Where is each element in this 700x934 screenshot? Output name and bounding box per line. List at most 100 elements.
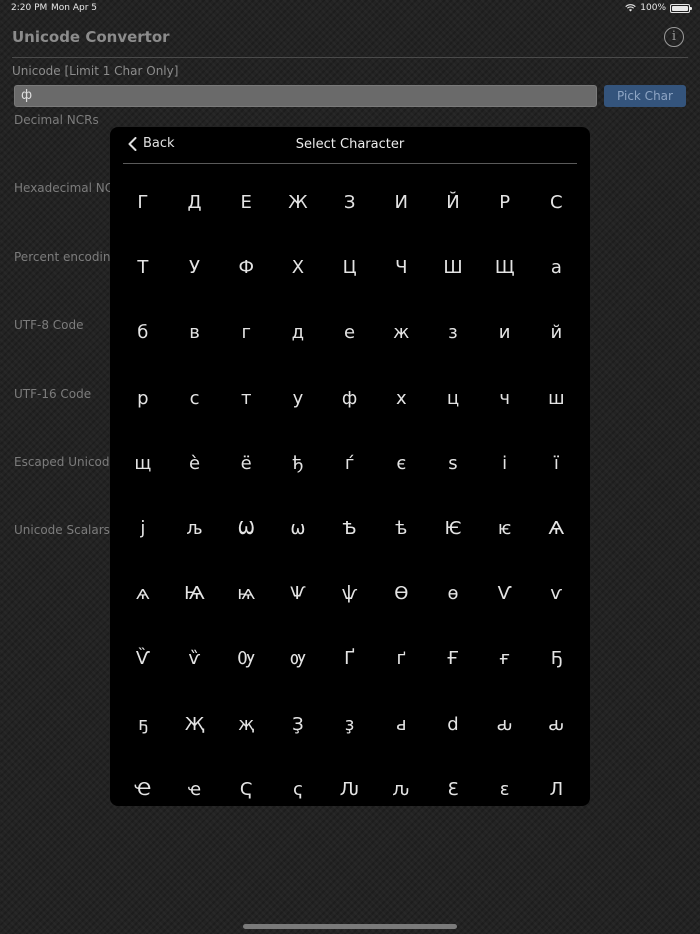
character-cell[interactable]: ф: [324, 366, 376, 431]
character-cell[interactable]: ҕ: [117, 692, 169, 757]
character-cell[interactable]: Ш: [427, 235, 479, 300]
character-cell[interactable]: ё: [220, 431, 272, 496]
character-cell[interactable]: Ԉ: [324, 757, 376, 806]
character-cell[interactable]: г: [220, 300, 272, 365]
character-cell[interactable]: Ɛ: [427, 757, 479, 806]
character-cell[interactable]: ѓ: [324, 431, 376, 496]
character-cell[interactable]: є: [375, 431, 427, 496]
character-cell[interactable]: Ѳ: [375, 561, 427, 626]
character-cell[interactable]: ґ: [375, 626, 427, 691]
character-cell[interactable]: И: [375, 170, 427, 235]
character-cell[interactable]: щ: [117, 431, 169, 496]
character-cell[interactable]: ѷ: [169, 626, 221, 691]
character-cell[interactable]: Ѡ: [220, 496, 272, 561]
character-cell[interactable]: ђ: [272, 431, 324, 496]
character-cell[interactable]: Щ: [479, 235, 531, 300]
character-cell[interactable]: Х: [272, 235, 324, 300]
status-time: 2:20 PM: [11, 3, 48, 13]
character-cell[interactable]: ѡ: [272, 496, 324, 561]
character-cell[interactable]: т: [220, 366, 272, 431]
character-cell[interactable]: д: [272, 300, 324, 365]
character-cell[interactable]: җ: [220, 692, 272, 757]
character-cell[interactable]: Т: [117, 235, 169, 300]
pick-char-button[interactable]: Pick Char: [604, 85, 686, 107]
character-cell[interactable]: љ: [169, 496, 221, 561]
character-cell[interactable]: з: [427, 300, 479, 365]
character-cell[interactable]: ѳ: [427, 561, 479, 626]
character-cell[interactable]: ѧ: [117, 561, 169, 626]
character-cell[interactable]: Ҙ: [272, 692, 324, 757]
character-cell[interactable]: и: [479, 300, 531, 365]
character-cell[interactable]: ш: [531, 366, 583, 431]
character-cell[interactable]: Г: [117, 170, 169, 235]
percent-encoding-label: Percent encoding: [14, 250, 119, 264]
character-cell[interactable]: Ѩ: [169, 561, 221, 626]
character-cell[interactable]: е: [324, 300, 376, 365]
character-cell[interactable]: Ҕ: [531, 626, 583, 691]
character-cell[interactable]: ї: [531, 431, 583, 496]
character-cell[interactable]: Ѱ: [272, 561, 324, 626]
character-cell[interactable]: а: [531, 235, 583, 300]
character-cell[interactable]: Ґ: [324, 626, 376, 691]
character-cell[interactable]: ј: [117, 496, 169, 561]
character-picker-modal: Select Character Back ГДЕЖЗИЙРС ТУФХЦЧШЩа…: [110, 127, 590, 806]
character-cell[interactable]: Ѣ: [324, 496, 376, 561]
character-cell[interactable]: ԁ: [375, 692, 427, 757]
character-cell[interactable]: ҽ: [169, 757, 221, 806]
character-cell[interactable]: Л: [531, 757, 583, 806]
character-cell[interactable]: Ц: [324, 235, 376, 300]
character-cell[interactable]: ҁ: [272, 757, 324, 806]
character-cell[interactable]: й: [531, 300, 583, 365]
wifi-icon: [625, 4, 636, 12]
character-cell[interactable]: У: [169, 235, 221, 300]
character-cell[interactable]: Ғ: [427, 626, 479, 691]
character-cell[interactable]: Ч: [375, 235, 427, 300]
character-cell[interactable]: Ф: [220, 235, 272, 300]
character-cell[interactable]: ѵ: [531, 561, 583, 626]
character-cell[interactable]: è: [169, 431, 221, 496]
character-cell[interactable]: ѣ: [375, 496, 427, 561]
character-cell[interactable]: ҙ: [324, 692, 376, 757]
character-cell[interactable]: Ѥ: [427, 496, 479, 561]
character-cell[interactable]: З: [324, 170, 376, 235]
character-cell[interactable]: Ҁ: [220, 757, 272, 806]
character-cell[interactable]: ѱ: [324, 561, 376, 626]
character-cell[interactable]: ԃ: [479, 692, 531, 757]
status-bar: 2:20 PM Mon Apr 5 100%: [0, 0, 700, 18]
character-cell[interactable]: ѹ: [272, 626, 324, 691]
character-cell[interactable]: р: [117, 366, 169, 431]
character-cell[interactable]: Җ: [169, 692, 221, 757]
character-cell[interactable]: ѥ: [479, 496, 531, 561]
character-cell[interactable]: ѩ: [220, 561, 272, 626]
info-icon[interactable]: i: [664, 27, 684, 47]
character-cell[interactable]: ч: [479, 366, 531, 431]
character-cell[interactable]: ж: [375, 300, 427, 365]
character-cell[interactable]: і: [479, 431, 531, 496]
character-cell[interactable]: Ѧ: [531, 496, 583, 561]
character-cell[interactable]: б: [117, 300, 169, 365]
character-cell[interactable]: Ѹ: [220, 626, 272, 691]
character-cell[interactable]: Й: [427, 170, 479, 235]
character-cell[interactable]: у: [272, 366, 324, 431]
character-cell[interactable]: Е: [220, 170, 272, 235]
character-cell[interactable]: Ѷ: [117, 626, 169, 691]
character-cell[interactable]: ε: [479, 757, 531, 806]
character-cell[interactable]: ғ: [479, 626, 531, 691]
unicode-label: Unicode [Limit 1 Char Only]: [12, 64, 179, 78]
character-cell[interactable]: ԉ: [375, 757, 427, 806]
character-cell[interactable]: ѕ: [427, 431, 479, 496]
character-cell[interactable]: ц: [427, 366, 479, 431]
character-cell[interactable]: х: [375, 366, 427, 431]
character-cell[interactable]: С: [531, 170, 583, 235]
back-button[interactable]: Back: [128, 136, 175, 151]
character-cell[interactable]: Ҽ: [117, 757, 169, 806]
character-cell[interactable]: Р: [479, 170, 531, 235]
character-cell[interactable]: Д: [169, 170, 221, 235]
character-cell[interactable]: в: [169, 300, 221, 365]
character-cell[interactable]: Ж: [272, 170, 324, 235]
character-cell[interactable]: ԃ: [531, 692, 583, 757]
character-cell[interactable]: d: [427, 692, 479, 757]
character-cell[interactable]: с: [169, 366, 221, 431]
character-cell[interactable]: Ѵ: [479, 561, 531, 626]
unicode-input[interactable]: ф: [14, 85, 597, 107]
